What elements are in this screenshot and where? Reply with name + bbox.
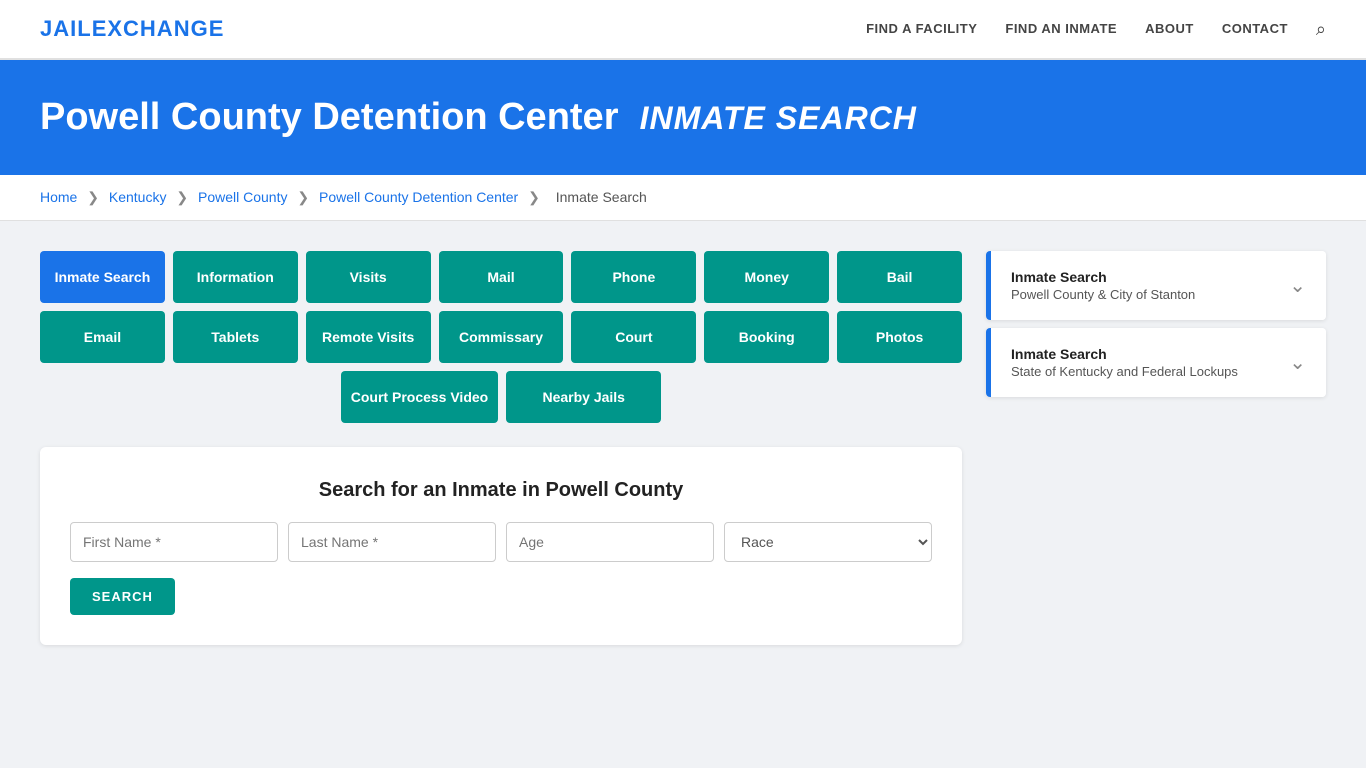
btn-commissary[interactable]: Commissary — [439, 311, 564, 363]
nav-search-icon[interactable]: ⌕ — [1316, 19, 1326, 40]
sidebar-card-state: Inmate Search State of Kentucky and Fede… — [986, 328, 1326, 397]
btn-tablets[interactable]: Tablets — [173, 311, 298, 363]
btn-row-1: Inmate Search Information Visits Mail Ph… — [40, 251, 962, 303]
sidebar-state-title: Inmate Search — [1011, 346, 1238, 362]
nav-find-inmate[interactable]: FIND AN INMATE — [1005, 20, 1117, 38]
breadcrumb-county[interactable]: Powell County — [198, 189, 288, 205]
btn-remote-visits[interactable]: Remote Visits — [306, 311, 431, 363]
btn-photos[interactable]: Photos — [837, 311, 962, 363]
main-content: Inmate Search Information Visits Mail Ph… — [0, 221, 1366, 675]
sidebar-state-subtitle: State of Kentucky and Federal Lockups — [1011, 364, 1238, 379]
chevron-down-icon-2: ⌄ — [1289, 350, 1306, 375]
btn-nearby-jails[interactable]: Nearby Jails — [506, 371, 661, 423]
breadcrumb-home[interactable]: Home — [40, 189, 77, 205]
sidebar-item-powell[interactable]: Inmate Search Powell County & City of St… — [986, 251, 1326, 320]
hero-title: Powell County Detention Center INMATE SE… — [40, 96, 1326, 139]
first-name-input[interactable] — [70, 522, 278, 562]
nav-find-facility[interactable]: FIND A FACILITY — [866, 20, 977, 38]
hero-facility: Powell County Detention Center — [40, 96, 618, 138]
age-input[interactable] — [506, 522, 714, 562]
sidebar-item-state[interactable]: Inmate Search State of Kentucky and Fede… — [986, 328, 1326, 397]
sidebar-card-powell: Inmate Search Powell County & City of St… — [986, 251, 1326, 320]
breadcrumb: Home ❯ Kentucky ❯ Powell County ❯ Powell… — [0, 175, 1366, 221]
search-form-row-inputs: Race White Black Hispanic Asian Other — [70, 522, 932, 562]
chevron-down-icon: ⌄ — [1289, 273, 1306, 298]
btn-phone[interactable]: Phone — [571, 251, 696, 303]
search-card: Search for an Inmate in Powell County Ra… — [40, 447, 962, 645]
btn-row-2: Email Tablets Remote Visits Commissary C… — [40, 311, 962, 363]
race-select[interactable]: Race White Black Hispanic Asian Other — [724, 522, 932, 562]
btn-booking[interactable]: Booking — [704, 311, 829, 363]
btn-visits[interactable]: Visits — [306, 251, 431, 303]
logo-part1: JAIL — [40, 16, 92, 41]
navbar: JAILEXCHANGE FIND A FACILITY FIND AN INM… — [0, 0, 1366, 60]
nav-button-grid: Inmate Search Information Visits Mail Ph… — [40, 251, 962, 423]
btn-information[interactable]: Information — [173, 251, 298, 303]
search-card-title: Search for an Inmate in Powell County — [70, 479, 932, 502]
btn-row-3: Court Process Video Nearby Jails — [40, 371, 962, 423]
last-name-input[interactable] — [288, 522, 496, 562]
nav-links: FIND A FACILITY FIND AN INMATE ABOUT CON… — [866, 19, 1326, 40]
nav-about[interactable]: ABOUT — [1145, 20, 1194, 38]
btn-email[interactable]: Email — [40, 311, 165, 363]
logo-part2: EXCHANGE — [92, 16, 225, 41]
sidebar-powell-title: Inmate Search — [1011, 269, 1195, 285]
left-section: Inmate Search Information Visits Mail Ph… — [40, 251, 962, 645]
search-button[interactable]: SEARCH — [70, 578, 175, 615]
sidebar-powell-subtitle: Powell County & City of Stanton — [1011, 287, 1195, 302]
hero-subtitle: INMATE SEARCH — [640, 100, 917, 136]
hero-banner: Powell County Detention Center INMATE SE… — [0, 60, 1366, 175]
btn-court-process-video[interactable]: Court Process Video — [341, 371, 498, 423]
breadcrumb-current: Inmate Search — [556, 189, 647, 205]
breadcrumb-state[interactable]: Kentucky — [109, 189, 167, 205]
brand-logo[interactable]: JAILEXCHANGE — [40, 16, 224, 42]
btn-bail[interactable]: Bail — [837, 251, 962, 303]
nav-contact[interactable]: CONTACT — [1222, 20, 1288, 38]
btn-inmate-search[interactable]: Inmate Search — [40, 251, 165, 303]
btn-mail[interactable]: Mail — [439, 251, 564, 303]
right-sidebar: Inmate Search Powell County & City of St… — [986, 251, 1326, 405]
btn-court[interactable]: Court — [571, 311, 696, 363]
btn-money[interactable]: Money — [704, 251, 829, 303]
breadcrumb-facility[interactable]: Powell County Detention Center — [319, 189, 518, 205]
